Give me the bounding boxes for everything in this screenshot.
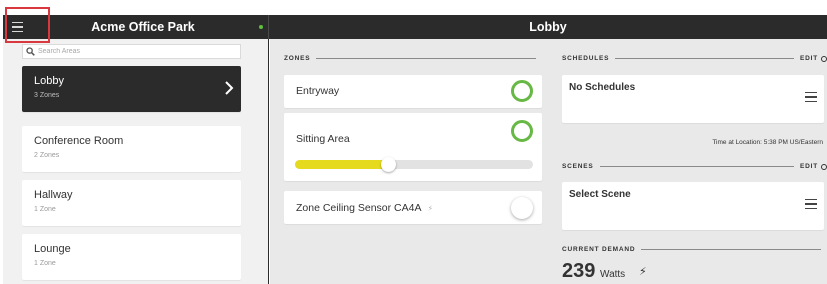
divider bbox=[316, 58, 536, 59]
list-icon[interactable] bbox=[805, 199, 817, 209]
chevron-right-icon bbox=[225, 81, 234, 95]
zone-name: Sitting Area bbox=[296, 133, 350, 145]
scenes-card[interactable]: Select Scene bbox=[562, 182, 824, 230]
scenes-heading-label: SCENES bbox=[562, 163, 594, 170]
slider-handle[interactable] bbox=[381, 157, 396, 172]
zone-name: Entryway bbox=[296, 85, 340, 97]
search-input[interactable] bbox=[38, 48, 218, 55]
zone-card-sitting-area[interactable]: Sitting Area bbox=[284, 113, 542, 181]
zones-heading-label: ZONES bbox=[284, 55, 311, 62]
area-name: Lobby bbox=[34, 75, 64, 87]
site-title: Acme Office Park bbox=[91, 20, 195, 34]
sidebar-item-lobby[interactable]: Lobby 3 Zones bbox=[22, 66, 241, 112]
search-icon bbox=[26, 47, 35, 56]
sidebar-item-lounge[interactable]: Lounge 1 Zone bbox=[22, 234, 241, 280]
area-zone-count: 1 Zone bbox=[34, 260, 56, 267]
schedules-heading-label: SCHEDULES bbox=[562, 55, 610, 62]
top-bar: Acme Office Park Lobby bbox=[3, 15, 827, 39]
area-name: Conference Room bbox=[34, 135, 124, 147]
zone-card-ceiling-sensor[interactable]: Zone Ceiling Sensor CA4A ⚡︎ bbox=[284, 191, 542, 224]
list-icon[interactable] bbox=[805, 92, 817, 102]
schedules-card[interactable]: No Schedules bbox=[562, 75, 824, 123]
area-name: Lounge bbox=[34, 243, 71, 255]
bolt-icon: ⚡︎ bbox=[639, 266, 647, 278]
demand-value: 239 bbox=[562, 260, 596, 282]
zone-power-toggle[interactable] bbox=[511, 80, 533, 102]
zone-card-entryway[interactable]: Entryway bbox=[284, 75, 542, 108]
schedules-edit-button[interactable]: EDIT bbox=[800, 55, 818, 62]
app-window: Acme Office Park Lobby Lobby 3 Zones Con… bbox=[0, 0, 827, 284]
area-zone-count: 2 Zones bbox=[34, 152, 60, 159]
main-panel: ZONES Entryway Sitting Area Zone Ceiling… bbox=[270, 39, 827, 284]
scenes-edit-button[interactable]: EDIT bbox=[800, 163, 818, 170]
sidebar-item-hallway[interactable]: Hallway 1 Zone bbox=[22, 180, 241, 226]
gear-icon[interactable] bbox=[821, 55, 827, 62]
schedules-heading: SCHEDULES EDIT bbox=[562, 55, 827, 62]
area-name: Hallway bbox=[34, 189, 73, 201]
zones-heading: ZONES bbox=[284, 55, 542, 62]
location-time: Time at Location: 5:38 PM US/Eastern bbox=[712, 139, 823, 146]
bolt-icon: ⚡︎ bbox=[427, 204, 434, 213]
gear-icon[interactable] bbox=[821, 163, 827, 170]
connection-status-dot bbox=[259, 25, 263, 29]
slider-fill bbox=[295, 160, 387, 169]
search-box[interactable] bbox=[22, 44, 241, 59]
zone-power-toggle[interactable] bbox=[511, 197, 533, 219]
page-title: Lobby bbox=[529, 20, 567, 34]
highlight-annotation bbox=[5, 7, 50, 43]
area-zone-count: 3 Zones bbox=[34, 92, 60, 99]
divider bbox=[615, 58, 794, 59]
demand-unit: Watts bbox=[600, 269, 626, 280]
scenes-heading: SCENES EDIT bbox=[562, 163, 827, 170]
area-zone-count: 1 Zone bbox=[34, 206, 56, 213]
scenes-card-title: Select Scene bbox=[569, 189, 631, 200]
demand-heading-label: CURRENT DEMAND bbox=[562, 246, 636, 253]
demand-heading: CURRENT DEMAND bbox=[562, 246, 827, 253]
sidebar: Lobby 3 Zones Conference Room 2 Zones Ha… bbox=[3, 39, 269, 284]
sidebar-item-conference-room[interactable]: Conference Room 2 Zones bbox=[22, 126, 241, 172]
dimmer-slider[interactable] bbox=[295, 157, 533, 172]
divider bbox=[599, 166, 794, 167]
zone-name-text: Zone Ceiling Sensor CA4A bbox=[296, 202, 422, 214]
zone-name: Zone Ceiling Sensor CA4A ⚡︎ bbox=[296, 202, 433, 214]
divider bbox=[641, 249, 821, 250]
zone-power-toggle[interactable] bbox=[511, 120, 533, 142]
schedules-card-title: No Schedules bbox=[569, 82, 636, 93]
